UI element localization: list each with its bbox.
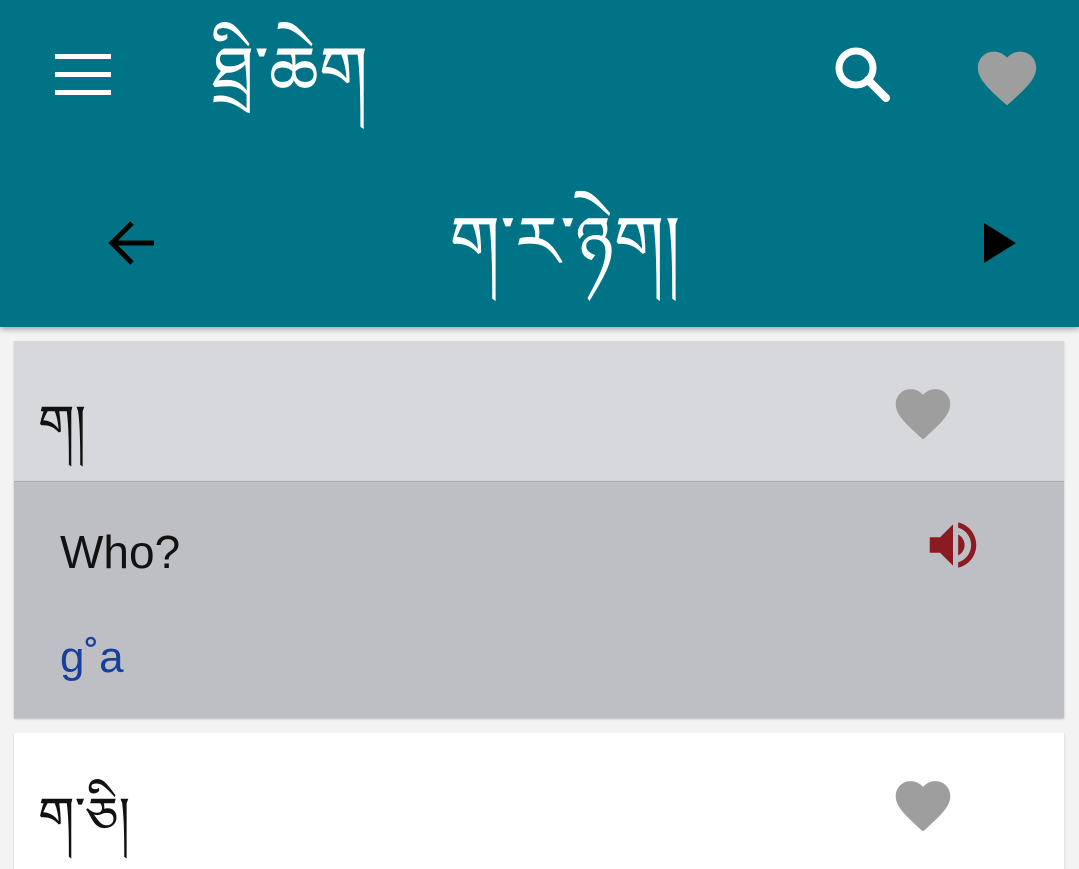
word-favorite-button[interactable] xyxy=(888,381,958,441)
menu-button[interactable] xyxy=(40,44,126,104)
play-audio-button[interactable] xyxy=(922,514,984,576)
play-icon xyxy=(984,223,1016,263)
word-detail-panel: Who? g˚a xyxy=(14,481,1064,718)
phonetic-text: g˚a xyxy=(60,633,124,682)
heart-icon xyxy=(895,389,951,440)
translation-text: Who? xyxy=(60,526,181,578)
menu-icon-bar-middle xyxy=(55,72,111,77)
app-title: ཐྲི་ཆེག xyxy=(212,31,369,113)
app-screen: ཐྲི་ཆེག ག་ར་ཉེག། ག། Who? g˚a ག་ཅི། xyxy=(0,0,1079,869)
favorites-button[interactable] xyxy=(972,42,1042,108)
list-gap xyxy=(14,718,1064,733)
back-button[interactable] xyxy=(98,210,164,276)
word-favorite-button[interactable] xyxy=(888,773,958,833)
menu-icon xyxy=(55,54,111,59)
heart-icon xyxy=(977,51,1037,106)
play-button[interactable] xyxy=(974,214,1034,274)
arrow-left-icon xyxy=(108,221,154,265)
word-card-header[interactable]: ག། xyxy=(14,341,1064,481)
word-list: ག། Who? g˚a ག་ཅི། xyxy=(14,341,1064,869)
search-icon xyxy=(835,47,890,102)
top-app-bar: ཐྲི་ཆེག ག་ར་ཉེག། xyxy=(0,0,1079,327)
menu-icon-bar-bottom xyxy=(55,90,111,95)
search-button[interactable] xyxy=(828,40,898,110)
speaker-icon xyxy=(929,522,977,568)
word-card-header[interactable]: ག་ཅི། xyxy=(14,733,1064,869)
section-title: ག་ར་ཉེག། xyxy=(449,200,681,284)
tibetan-word: ག། xyxy=(38,395,87,455)
tibetan-word: ག་ཅི། xyxy=(38,787,131,847)
heart-icon xyxy=(895,781,951,832)
